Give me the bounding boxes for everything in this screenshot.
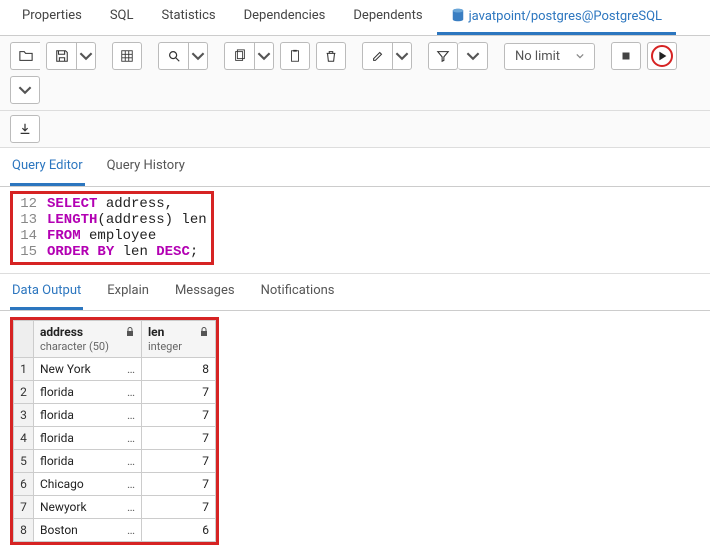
table-row[interactable]: 7Newyork…7 [14, 496, 216, 519]
line-number: 13 [13, 212, 47, 228]
filter-button[interactable] [428, 42, 458, 70]
tab-sql[interactable]: SQL [96, 0, 148, 35]
cell-len[interactable]: 7 [142, 473, 216, 496]
tab-notifications[interactable]: Notifications [259, 274, 337, 310]
download-button[interactable] [10, 115, 40, 143]
save-dropdown[interactable] [76, 42, 96, 70]
cell-address[interactable]: Boston… [34, 519, 142, 542]
row-number: 3 [14, 404, 34, 427]
results-highlight-box: addresscharacter (50) leninteger 1New Yo… [10, 317, 219, 545]
row-number: 8 [14, 519, 34, 542]
col-header-address[interactable]: addresscharacter (50) [34, 321, 142, 358]
grid-corner [14, 321, 34, 358]
tab-query-history[interactable]: Query History [105, 148, 187, 186]
cell-address[interactable]: Chicago… [34, 473, 142, 496]
cell-address[interactable]: florida… [34, 427, 142, 450]
results-panel: addresscharacter (50) leninteger 1New Yo… [0, 311, 710, 555]
edit-button[interactable] [362, 42, 392, 70]
table-row[interactable]: 6Chicago…7 [14, 473, 216, 496]
cell-address[interactable]: Newyork… [34, 496, 142, 519]
tab-query-editor[interactable]: Query Editor [10, 148, 85, 186]
tab-messages[interactable]: Messages [173, 274, 237, 310]
cell-len[interactable]: 7 [142, 496, 216, 519]
line-number: 14 [13, 228, 47, 244]
row-number: 4 [14, 427, 34, 450]
tab-explain[interactable]: Explain [105, 274, 151, 310]
editor-tab-bar: Query Editor Query History [0, 148, 710, 187]
lock-icon [199, 327, 209, 337]
delete-button[interactable] [316, 42, 346, 70]
row-number: 6 [14, 473, 34, 496]
row-number: 2 [14, 381, 34, 404]
row-limit-label: No limit [515, 49, 560, 64]
filter-dropdown[interactable] [458, 42, 488, 70]
tab-data-output[interactable]: Data Output [10, 274, 83, 310]
execute-dropdown[interactable] [10, 76, 40, 104]
copy-button[interactable] [224, 42, 254, 70]
table-row[interactable]: 5florida…7 [14, 450, 216, 473]
results-table[interactable]: addresscharacter (50) leninteger 1New Yo… [13, 320, 216, 542]
stop-button[interactable] [611, 42, 641, 70]
tab-dependencies[interactable]: Dependencies [230, 0, 340, 35]
tab-dependents[interactable]: Dependents [339, 0, 436, 35]
lock-icon [125, 327, 135, 337]
table-row[interactable]: 1New York…8 [14, 358, 216, 381]
paste-button[interactable] [280, 42, 310, 70]
row-number: 1 [14, 358, 34, 381]
copy-dropdown[interactable] [254, 42, 274, 70]
sql-highlight-box: 12SELECT address, 13LENGTH(address) len … [10, 191, 214, 265]
row-limit-select[interactable]: No limit [504, 43, 595, 70]
cell-len[interactable]: 8 [142, 358, 216, 381]
table-row[interactable]: 3florida…7 [14, 404, 216, 427]
database-icon [451, 8, 465, 22]
result-tab-bar: Data Output Explain Messages Notificatio… [0, 273, 710, 311]
tab-connection[interactable]: javatpoint/postgres@PostgreSQL [437, 0, 676, 35]
open-file-button[interactable] [10, 42, 40, 70]
cell-address[interactable]: florida… [34, 404, 142, 427]
tab-connection-label: javatpoint/postgres@PostgreSQL [469, 9, 662, 24]
cell-address[interactable]: florida… [34, 450, 142, 473]
cell-len[interactable]: 7 [142, 381, 216, 404]
cell-len[interactable]: 7 [142, 450, 216, 473]
row-number: 5 [14, 450, 34, 473]
save-button[interactable] [46, 42, 76, 70]
search-dropdown[interactable] [188, 42, 208, 70]
cell-len[interactable]: 7 [142, 427, 216, 450]
edit-dropdown[interactable] [392, 42, 412, 70]
line-number: 12 [13, 196, 47, 212]
table-row[interactable]: 8Boston…6 [14, 519, 216, 542]
toolbar: No limit [0, 36, 710, 111]
cell-address[interactable]: New York… [34, 358, 142, 381]
grid-button[interactable] [112, 42, 142, 70]
cell-address[interactable]: florida… [34, 381, 142, 404]
col-header-len[interactable]: leninteger [142, 321, 216, 358]
tab-statistics[interactable]: Statistics [148, 0, 230, 35]
cell-len[interactable]: 6 [142, 519, 216, 542]
table-row[interactable]: 2florida…7 [14, 381, 216, 404]
table-row[interactable]: 4florida…7 [14, 427, 216, 450]
top-tab-bar: Properties SQL Statistics Dependencies D… [0, 0, 710, 36]
tab-properties[interactable]: Properties [8, 0, 96, 35]
row-number: 7 [14, 496, 34, 519]
execute-button[interactable] [647, 42, 677, 70]
sql-editor[interactable]: 12SELECT address, 13LENGTH(address) len … [0, 187, 710, 273]
search-button[interactable] [158, 42, 188, 70]
cell-len[interactable]: 7 [142, 404, 216, 427]
line-number: 15 [13, 244, 47, 260]
